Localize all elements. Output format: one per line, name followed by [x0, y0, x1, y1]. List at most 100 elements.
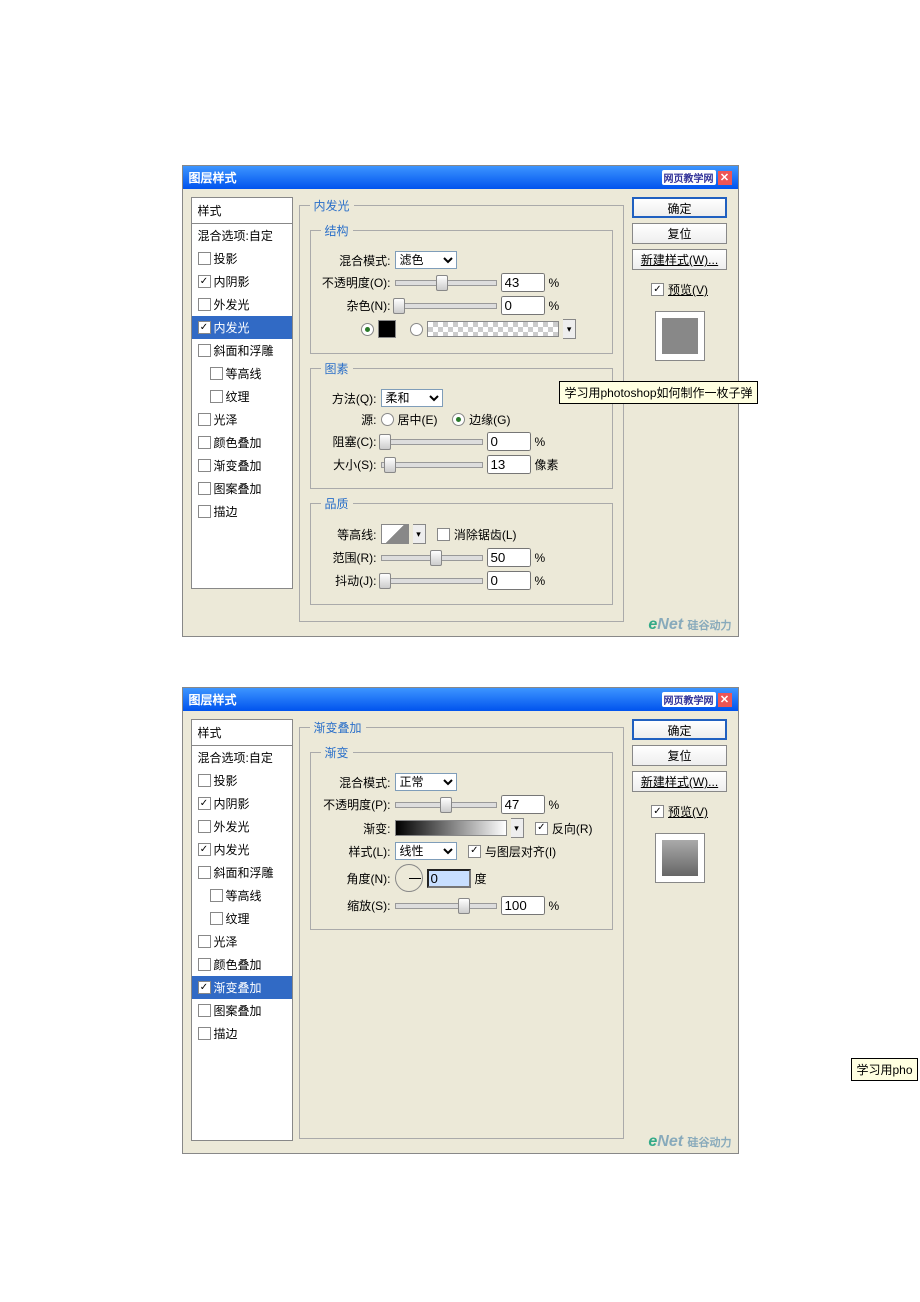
opacity-input[interactable] — [501, 795, 545, 814]
gradient-preview[interactable] — [427, 321, 559, 337]
choke-slider[interactable] — [381, 439, 483, 445]
color-swatch[interactable] — [378, 320, 396, 338]
new-style-button[interactable]: 新建样式(W)... — [632, 771, 727, 792]
blending-options[interactable]: 混合选项:自定 — [192, 224, 292, 247]
jitter-slider[interactable] — [381, 578, 483, 584]
sidebar-item[interactable]: 等高线 — [192, 884, 292, 907]
style-checkbox[interactable] — [210, 390, 223, 403]
style-checkbox[interactable] — [198, 1004, 211, 1017]
sidebar-item[interactable]: 颜色叠加 — [192, 953, 292, 976]
source-center-radio[interactable] — [381, 413, 394, 426]
style-checkbox[interactable] — [198, 866, 211, 879]
scale-slider[interactable] — [395, 903, 497, 909]
style-checkbox[interactable] — [198, 774, 211, 787]
style-checkbox[interactable] — [198, 459, 211, 472]
new-style-button[interactable]: 新建样式(W)... — [632, 249, 727, 270]
close-icon[interactable]: ✕ — [718, 171, 732, 185]
style-select[interactable]: 线性 — [395, 842, 457, 860]
chevron-down-icon[interactable]: ▾ — [413, 524, 426, 544]
opacity-input[interactable] — [501, 273, 545, 292]
style-checkbox[interactable] — [198, 1027, 211, 1040]
sidebar-item[interactable]: 等高线 — [192, 362, 292, 385]
preview-checkbox[interactable] — [651, 805, 664, 818]
blending-options[interactable]: 混合选项:自定 — [192, 746, 292, 769]
sidebar-item[interactable]: 内阴影 — [192, 270, 292, 293]
ok-button[interactable]: 确定 — [632, 719, 727, 740]
style-checkbox[interactable] — [198, 252, 211, 265]
style-checkbox[interactable] — [198, 298, 211, 311]
contour-picker[interactable] — [381, 524, 409, 544]
sidebar-item[interactable]: 外发光 — [192, 293, 292, 316]
titlebar[interactable]: 图层样式 网页教学网 ✕ — [183, 688, 738, 711]
method-select[interactable]: 柔和 — [381, 389, 443, 407]
scale-input[interactable] — [501, 896, 545, 915]
blend-mode-select[interactable]: 正常 — [395, 773, 457, 791]
reset-button[interactable]: 复位 — [632, 223, 727, 244]
style-checkbox[interactable] — [198, 981, 211, 994]
style-checkbox[interactable] — [198, 505, 211, 518]
ok-button[interactable]: 确定 — [632, 197, 727, 218]
style-checkbox[interactable] — [210, 912, 223, 925]
style-checkbox[interactable] — [198, 958, 211, 971]
angle-dial[interactable] — [395, 864, 423, 892]
jitter-input[interactable] — [487, 571, 531, 590]
choke-input[interactable] — [487, 432, 531, 451]
sidebar-item[interactable]: 斜面和浮雕 — [192, 861, 292, 884]
style-checkbox[interactable] — [198, 321, 211, 334]
sidebar-item[interactable]: 光泽 — [192, 930, 292, 953]
chevron-down-icon[interactable]: ▾ — [563, 319, 576, 339]
sidebar-item[interactable]: 纹理 — [192, 907, 292, 930]
reverse-checkbox[interactable] — [535, 822, 548, 835]
sidebar-item[interactable]: 投影 — [192, 247, 292, 270]
reset-button[interactable]: 复位 — [632, 745, 727, 766]
sidebar-item[interactable]: 光泽 — [192, 408, 292, 431]
sidebar-item[interactable]: 内发光 — [192, 838, 292, 861]
size-input[interactable] — [487, 455, 531, 474]
close-icon[interactable]: ✕ — [718, 693, 732, 707]
sidebar-item[interactable]: 描边 — [192, 1022, 292, 1045]
sidebar-item[interactable]: 外发光 — [192, 815, 292, 838]
style-checkbox[interactable] — [198, 413, 211, 426]
range-slider[interactable] — [381, 555, 483, 561]
angle-input[interactable] — [427, 869, 471, 888]
sidebar-item[interactable]: 图案叠加 — [192, 477, 292, 500]
style-checkbox[interactable] — [198, 275, 211, 288]
sidebar-item[interactable]: 投影 — [192, 769, 292, 792]
sidebar-item[interactable]: 渐变叠加 — [192, 454, 292, 477]
opacity-slider[interactable] — [395, 802, 497, 808]
range-input[interactable] — [487, 548, 531, 567]
align-checkbox[interactable] — [468, 845, 481, 858]
opacity-slider[interactable] — [395, 280, 497, 286]
size-slider[interactable] — [381, 462, 483, 468]
blend-mode-select[interactable]: 滤色 — [395, 251, 457, 269]
sidebar-header[interactable]: 样式 — [192, 720, 292, 746]
sidebar-header[interactable]: 样式 — [192, 198, 292, 224]
style-checkbox[interactable] — [210, 367, 223, 380]
chevron-down-icon[interactable]: ▾ — [511, 818, 524, 838]
preview-checkbox[interactable] — [651, 283, 664, 296]
sidebar-item[interactable]: 内发光 — [192, 316, 292, 339]
sidebar-item[interactable]: 颜色叠加 — [192, 431, 292, 454]
antialias-checkbox[interactable] — [437, 528, 450, 541]
style-checkbox[interactable] — [198, 935, 211, 948]
sidebar-item[interactable]: 纹理 — [192, 385, 292, 408]
sidebar-item[interactable]: 内阴影 — [192, 792, 292, 815]
titlebar[interactable]: 图层样式 网页教学网 ✕ — [183, 166, 738, 189]
style-checkbox[interactable] — [198, 482, 211, 495]
color-radio[interactable] — [361, 323, 374, 336]
style-checkbox[interactable] — [198, 344, 211, 357]
sidebar-item[interactable]: 描边 — [192, 500, 292, 523]
noise-input[interactable] — [501, 296, 545, 315]
source-edge-radio[interactable] — [452, 413, 465, 426]
style-checkbox[interactable] — [198, 843, 211, 856]
sidebar-item[interactable]: 图案叠加 — [192, 999, 292, 1022]
sidebar-item[interactable]: 斜面和浮雕 — [192, 339, 292, 362]
style-checkbox[interactable] — [198, 797, 211, 810]
style-checkbox[interactable] — [198, 436, 211, 449]
gradient-picker[interactable] — [395, 820, 507, 836]
noise-slider[interactable] — [395, 303, 497, 309]
gradient-radio[interactable] — [410, 323, 423, 336]
style-checkbox[interactable] — [210, 889, 223, 902]
style-checkbox[interactable] — [198, 820, 211, 833]
sidebar-item[interactable]: 渐变叠加 — [192, 976, 292, 999]
